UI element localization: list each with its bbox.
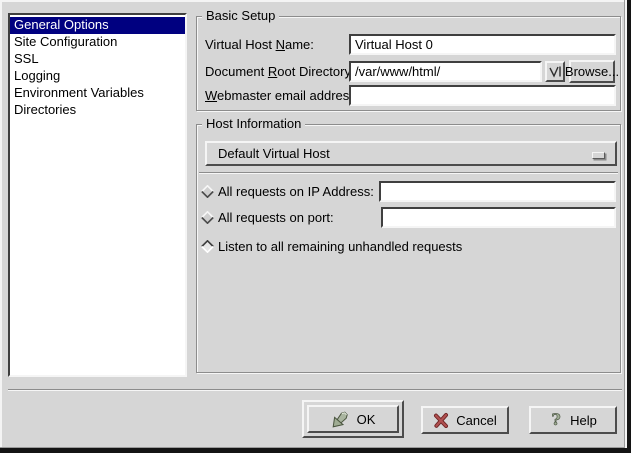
ok-arrow-icon bbox=[331, 410, 350, 429]
section-list[interactable]: General Options Site Configuration SSL L… bbox=[8, 13, 187, 377]
history-dropdown-icon bbox=[548, 64, 562, 79]
virtual-host-name-label: Virtual Host Name: bbox=[205, 34, 314, 55]
sidebar-item-site-configuration[interactable]: Site Configuration bbox=[10, 34, 185, 51]
buttons-separator bbox=[8, 389, 622, 390]
radio-checked-icon bbox=[201, 240, 214, 253]
ip-address-field[interactable] bbox=[379, 181, 616, 202]
svg-text:?: ? bbox=[551, 411, 560, 429]
host-information-frame: Host Information Default Virtual Host Al… bbox=[196, 124, 621, 373]
help-question-icon: ? bbox=[549, 411, 563, 429]
basic-setup-frame: Basic Setup Virtual Host Name: Document … bbox=[196, 16, 621, 111]
host-information-legend: Host Information bbox=[202, 116, 305, 132]
radio-unchecked-icon bbox=[201, 185, 214, 198]
radio-port-label: All requests on port: bbox=[218, 207, 334, 228]
host-type-selected-value: Default Virtual Host bbox=[218, 146, 330, 161]
radio-row-port[interactable]: All requests on port: bbox=[197, 203, 618, 229]
basic-setup-legend: Basic Setup bbox=[202, 8, 279, 24]
sidebar-item-ssl[interactable]: SSL bbox=[10, 51, 185, 68]
cancel-button[interactable]: Cancel bbox=[421, 406, 509, 434]
port-field[interactable] bbox=[381, 207, 616, 228]
webmaster-email-field[interactable] bbox=[349, 85, 616, 106]
host-type-dropdown[interactable]: Default Virtual Host bbox=[205, 141, 617, 166]
document-root-label: Document Root Directory: bbox=[205, 61, 355, 82]
cancel-x-icon bbox=[433, 412, 449, 428]
virtual-host-name-field[interactable] bbox=[349, 34, 616, 55]
ok-button-label: OK bbox=[357, 412, 376, 427]
help-button[interactable]: ? Help bbox=[529, 406, 617, 434]
sidebar-item-environment-variables[interactable]: Environment Variables bbox=[10, 85, 185, 102]
sidebar-item-directories[interactable]: Directories bbox=[10, 102, 185, 119]
radio-row-listen-all[interactable]: Listen to all remaining unhandled reques… bbox=[197, 232, 618, 258]
sidebar-item-logging[interactable]: Logging bbox=[10, 68, 185, 85]
radio-listen-all-label: Listen to all remaining unhandled reques… bbox=[218, 236, 462, 257]
browse-button[interactable]: Browse... bbox=[569, 60, 615, 83]
radio-unchecked-icon bbox=[201, 211, 214, 224]
host-type-separator bbox=[199, 172, 618, 173]
webmaster-email-label: Webmaster email address: bbox=[205, 85, 359, 106]
radio-ip-address-label: All requests on IP Address: bbox=[218, 181, 374, 202]
virtual-host-properties-window: General Options Site Configuration SSL L… bbox=[0, 0, 631, 453]
radio-row-ip-address[interactable]: All requests on IP Address: bbox=[197, 177, 618, 203]
history-dropdown-button[interactable] bbox=[545, 61, 565, 82]
sidebar-item-general-options[interactable]: General Options bbox=[10, 17, 185, 34]
help-button-label: Help bbox=[570, 413, 597, 428]
ok-default-ring: OK bbox=[302, 400, 404, 438]
cancel-button-label: Cancel bbox=[456, 413, 496, 428]
document-root-field[interactable] bbox=[349, 61, 542, 82]
ok-button[interactable]: OK bbox=[307, 405, 399, 433]
option-menu-indicator-icon bbox=[592, 152, 605, 159]
